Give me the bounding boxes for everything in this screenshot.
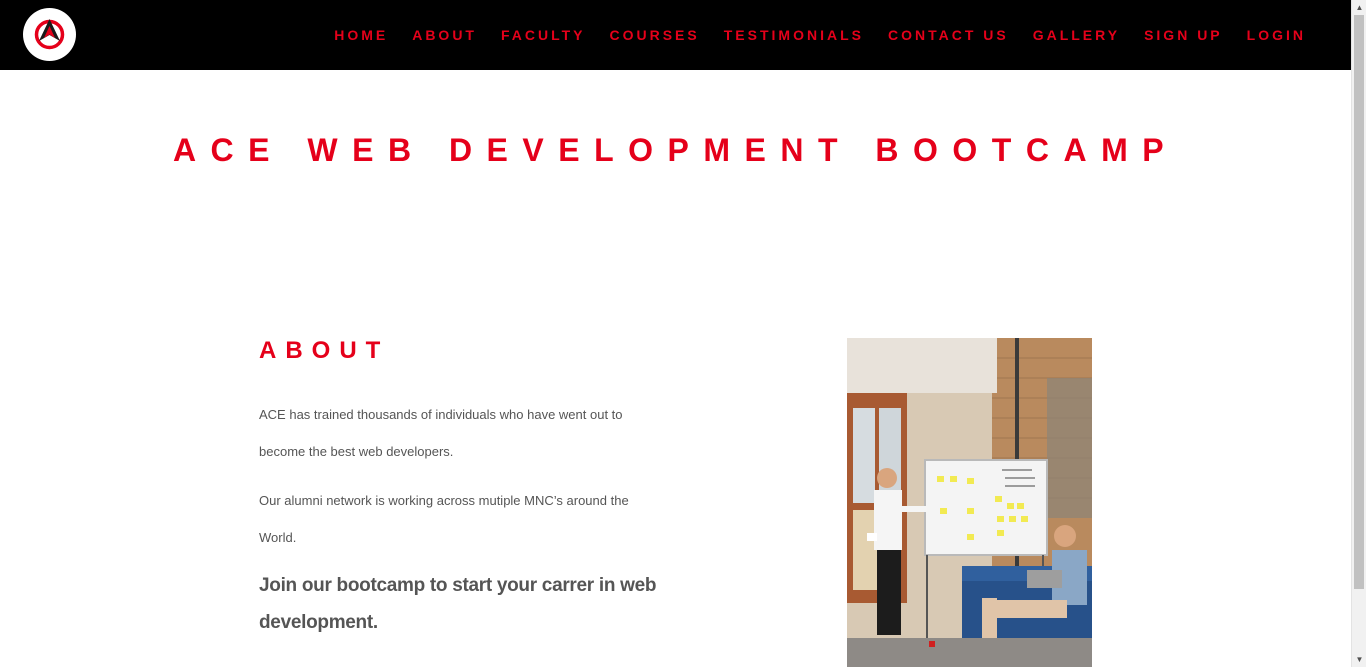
navbar: HOME ABOUT FACULTY COURSES TESTIMONIALS … (0, 0, 1351, 70)
nav-faculty[interactable]: FACULTY (501, 27, 586, 43)
about-heading: ABOUT (259, 337, 390, 364)
triangle-down-icon[interactable]: ▼ (1352, 652, 1366, 667)
about-cta: Join our bootcamp to start your carrer i… (259, 575, 657, 633)
nav-courses[interactable]: COURSES (610, 27, 700, 43)
nav-home[interactable]: HOME (334, 27, 388, 43)
main-nav: HOME ABOUT FACULTY COURSES TESTIMONIALS … (310, 0, 1306, 70)
nav-gallery[interactable]: GALLERY (1033, 27, 1120, 43)
triangle-up-icon[interactable]: ▲ (1352, 0, 1366, 15)
about-photo (847, 338, 1092, 667)
nav-sign-up[interactable]: SIGN UP (1144, 27, 1223, 43)
nav-testimonials[interactable]: TESTIMONIALS (724, 27, 864, 43)
ace-logo-icon[interactable] (23, 8, 76, 61)
about-paragraph-1: ACE has trained thousands of individuals… (259, 407, 623, 459)
hero-title: ACE WEB DEVELOPMENT BOOTCAMP (172, 132, 1179, 168)
scrollbar-thumb[interactable] (1354, 15, 1364, 589)
nav-contact-us[interactable]: CONTACT US (888, 27, 1009, 43)
nav-login[interactable]: LOGIN (1247, 27, 1306, 43)
nav-about[interactable]: ABOUT (412, 27, 477, 43)
page-scrollbar[interactable]: ▲ ▼ (1351, 0, 1366, 667)
about-paragraph-2: Our alumni network is working across mut… (259, 493, 629, 545)
